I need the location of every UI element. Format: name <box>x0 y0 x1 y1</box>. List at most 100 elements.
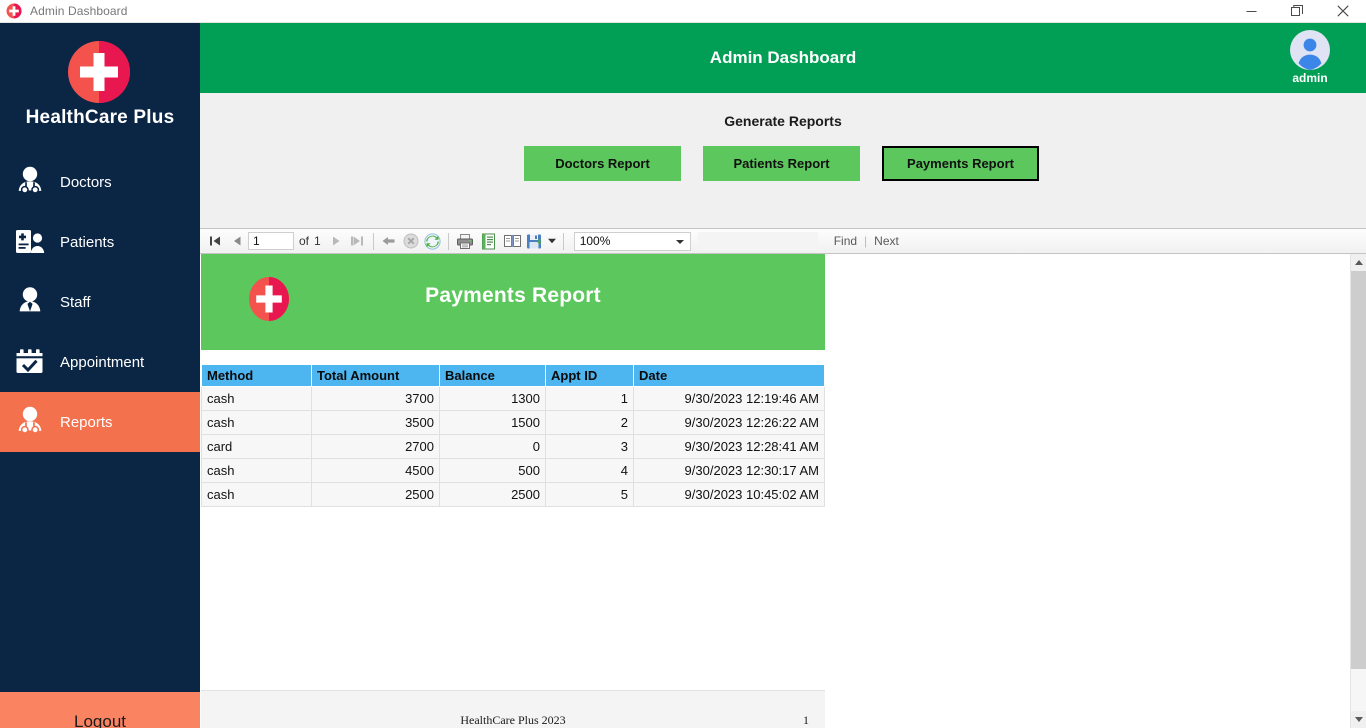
previous-page-icon[interactable] <box>226 230 248 252</box>
app-medical-cross-icon <box>6 3 22 19</box>
window-controls <box>1228 0 1366 23</box>
scrollbar-thumb[interactable] <box>1351 271 1366 669</box>
report-title: Payments Report <box>425 284 601 307</box>
sidebar-item-label: Appointment <box>60 353 145 371</box>
export-save-icon[interactable] <box>525 230 545 252</box>
cell-balance: 2500 <box>439 482 546 507</box>
export-dropdown-caret-icon[interactable] <box>545 230 559 252</box>
total-pages-label: 1 <box>314 234 321 248</box>
column-header-total-amount: Total Amount <box>311 364 440 387</box>
cell-date: 9/30/2023 10:45:02 AM <box>633 482 825 507</box>
table-row: cash 3700 1300 1 9/30/2023 12:19:46 AM <box>201 386 825 411</box>
sidebar-item-label: Reports <box>60 413 113 431</box>
column-header-method: Method <box>201 364 312 387</box>
sidebar: HealthCare Plus Doctors Patients Staff A… <box>0 23 200 728</box>
sidebar-item-label: Doctors <box>60 173 112 191</box>
scroll-up-button[interactable] <box>1351 254 1366 271</box>
sidebar-item-patients[interactable]: Patients <box>0 212 200 272</box>
calendar-check-icon <box>14 345 52 379</box>
report-header-band: Payments Report <box>201 254 825 350</box>
sidebar-item-reports[interactable]: Reports <box>0 392 200 452</box>
report-footer-text: HealthCare Plus 2023 <box>460 713 566 727</box>
first-page-icon[interactable] <box>204 230 226 252</box>
cell-method: cash <box>201 410 312 435</box>
cell-balance: 500 <box>439 458 546 483</box>
cell-appt-id: 4 <box>545 458 634 483</box>
report-footer-page-number: 1 <box>803 713 809 727</box>
patients-report-button[interactable]: Patients Report <box>703 146 860 181</box>
sidebar-item-staff[interactable]: Staff <box>0 272 200 332</box>
cell-appt-id: 5 <box>545 482 634 507</box>
sidebar-item-appointment[interactable]: Appointment <box>0 332 200 392</box>
page-title: Admin Dashboard <box>709 48 857 67</box>
page-number-input[interactable] <box>248 232 294 250</box>
report-footer: HealthCare Plus 2023 1 <box>201 690 825 728</box>
sidebar-nav: Doctors Patients Staff Appointment Repor… <box>0 152 200 452</box>
doctor-icon <box>14 165 52 199</box>
find-button[interactable]: Find <box>834 234 857 248</box>
print-layout-icon[interactable] <box>477 230 501 252</box>
cell-method: card <box>201 434 312 459</box>
report-viewer-body: Payments Report Method Total Amount Bala… <box>200 254 1350 728</box>
toolbar-divider <box>372 232 374 250</box>
scroll-down-button[interactable] <box>1351 711 1366 728</box>
vertical-scrollbar[interactable] <box>1350 254 1366 728</box>
close-button[interactable] <box>1320 0 1366 23</box>
zoom-value: 100% <box>579 234 611 248</box>
stop-icon <box>400 230 422 252</box>
generate-reports-panel: Generate Reports Doctors Report Patients… <box>200 93 1366 228</box>
report-viewer-toolbar: of 1 <box>200 228 1366 254</box>
cell-total-amount: 3500 <box>311 410 440 435</box>
brand-medical-cross-logo <box>68 41 130 103</box>
cell-balance: 1500 <box>439 410 546 435</box>
toolbar-divider <box>562 232 564 250</box>
cell-appt-id: 2 <box>545 410 634 435</box>
find-divider: | <box>864 234 868 248</box>
sidebar-item-label: Staff <box>60 293 91 311</box>
refresh-icon[interactable] <box>422 230 444 252</box>
table-row: cash 2500 2500 5 9/30/2023 10:45:02 AM <box>201 482 825 507</box>
last-page-icon[interactable] <box>347 230 369 252</box>
cell-method: cash <box>201 458 312 483</box>
restore-button[interactable] <box>1274 0 1320 23</box>
app-header: Admin Dashboard admin <box>200 23 1366 93</box>
back-arrow-icon[interactable] <box>378 230 400 252</box>
table-row: card 2700 0 3 9/30/2023 12:28:41 AM <box>201 434 825 459</box>
cell-balance: 0 <box>439 434 546 459</box>
brand-name: HealthCare Plus <box>25 107 175 128</box>
report-page: Payments Report Method Total Amount Bala… <box>200 254 825 728</box>
zoom-select[interactable]: 100% <box>573 231 691 251</box>
patient-record-icon <box>14 225 52 259</box>
admin-dashboard-window: Admin Dashboard HealthCare Plus Doctors … <box>0 0 1366 728</box>
minimize-button[interactable] <box>1228 0 1274 23</box>
report-buttons-group: Doctors Report Patients Report Payments … <box>524 146 1039 181</box>
user-account[interactable]: admin <box>1274 30 1346 85</box>
chevron-down-icon <box>675 239 684 244</box>
page-setup-icon[interactable] <box>501 230 525 252</box>
table-row: cash 4500 500 4 9/30/2023 12:30:17 AM <box>201 458 825 483</box>
payments-report-button[interactable]: Payments Report <box>882 146 1039 181</box>
payments-report-table: Method Total Amount Balance Appt ID Date… <box>201 364 825 507</box>
logout-button[interactable]: Logout <box>0 692 200 728</box>
cell-appt-id: 1 <box>545 386 634 411</box>
toolbar-divider <box>447 232 449 250</box>
cell-date: 9/30/2023 12:28:41 AM <box>633 434 825 459</box>
window-titlebar: Admin Dashboard <box>0 0 1366 23</box>
cell-appt-id: 3 <box>545 434 634 459</box>
staff-icon <box>14 285 52 319</box>
find-next-button[interactable]: Next <box>874 234 899 248</box>
find-input[interactable] <box>697 231 818 251</box>
cell-balance: 1300 <box>439 386 546 411</box>
table-row: cash 3500 1500 2 9/30/2023 12:26:22 AM <box>201 410 825 435</box>
sidebar-item-doctors[interactable]: Doctors <box>0 152 200 212</box>
chevron-down-icon <box>1355 717 1363 722</box>
username-label: admin <box>1292 71 1328 85</box>
next-page-icon[interactable] <box>325 230 347 252</box>
cell-date: 9/30/2023 12:30:17 AM <box>633 458 825 483</box>
doctors-report-button[interactable]: Doctors Report <box>524 146 681 181</box>
column-header-appt-id: Appt ID <box>545 364 634 387</box>
table-header-row: Method Total Amount Balance Appt ID Date <box>201 364 825 387</box>
reports-doctor-icon <box>14 405 52 439</box>
print-icon[interactable] <box>453 230 477 252</box>
window-title: Admin Dashboard <box>30 4 128 18</box>
